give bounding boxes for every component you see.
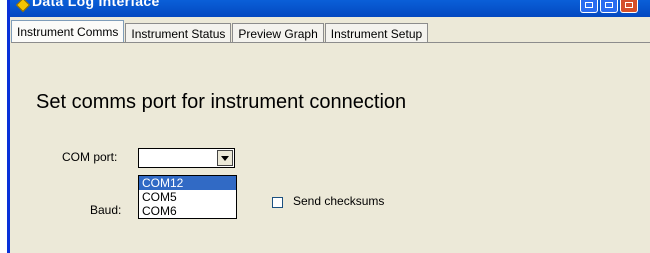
baud-label: Baud: bbox=[90, 203, 122, 217]
dropdown-button[interactable] bbox=[217, 150, 233, 166]
maximize-icon bbox=[605, 2, 613, 8]
app-window: Data Log Interface Instrument Comms Inst… bbox=[7, 0, 650, 253]
title-bar[interactable]: Data Log Interface bbox=[10, 0, 650, 17]
tab-strip: Instrument Comms Instrument Status Previ… bbox=[11, 20, 429, 43]
chevron-down-icon bbox=[221, 156, 229, 161]
com-port-option-com5[interactable]: COM5 bbox=[139, 190, 236, 204]
com-port-dropdown-list: COM12 COM5 COM6 bbox=[138, 175, 237, 219]
com-port-label: COM port: bbox=[62, 150, 118, 164]
com-port-option-com12[interactable]: COM12 bbox=[139, 176, 236, 190]
window-title: Data Log Interface bbox=[32, 0, 160, 9]
minimize-button[interactable] bbox=[580, 0, 598, 13]
app-icon bbox=[15, 0, 31, 13]
tab-preview-graph[interactable]: Preview Graph bbox=[232, 23, 324, 43]
tab-divider bbox=[11, 42, 650, 43]
minimize-icon bbox=[585, 2, 593, 8]
tab-instrument-status[interactable]: Instrument Status bbox=[125, 23, 232, 43]
tab-instrument-comms[interactable]: Instrument Comms bbox=[11, 20, 125, 43]
send-checksums-label[interactable]: Send checksums bbox=[293, 194, 384, 208]
close-button[interactable] bbox=[620, 0, 638, 13]
com-port-option-com6[interactable]: COM6 bbox=[139, 204, 236, 218]
tab-instrument-setup[interactable]: Instrument Setup bbox=[324, 23, 429, 43]
send-checksums-checkbox[interactable] bbox=[272, 197, 283, 208]
page-title: Set comms port for instrument connection bbox=[36, 91, 407, 113]
com-port-select[interactable] bbox=[138, 148, 235, 168]
maximize-button[interactable] bbox=[600, 0, 618, 13]
close-icon bbox=[625, 2, 633, 8]
